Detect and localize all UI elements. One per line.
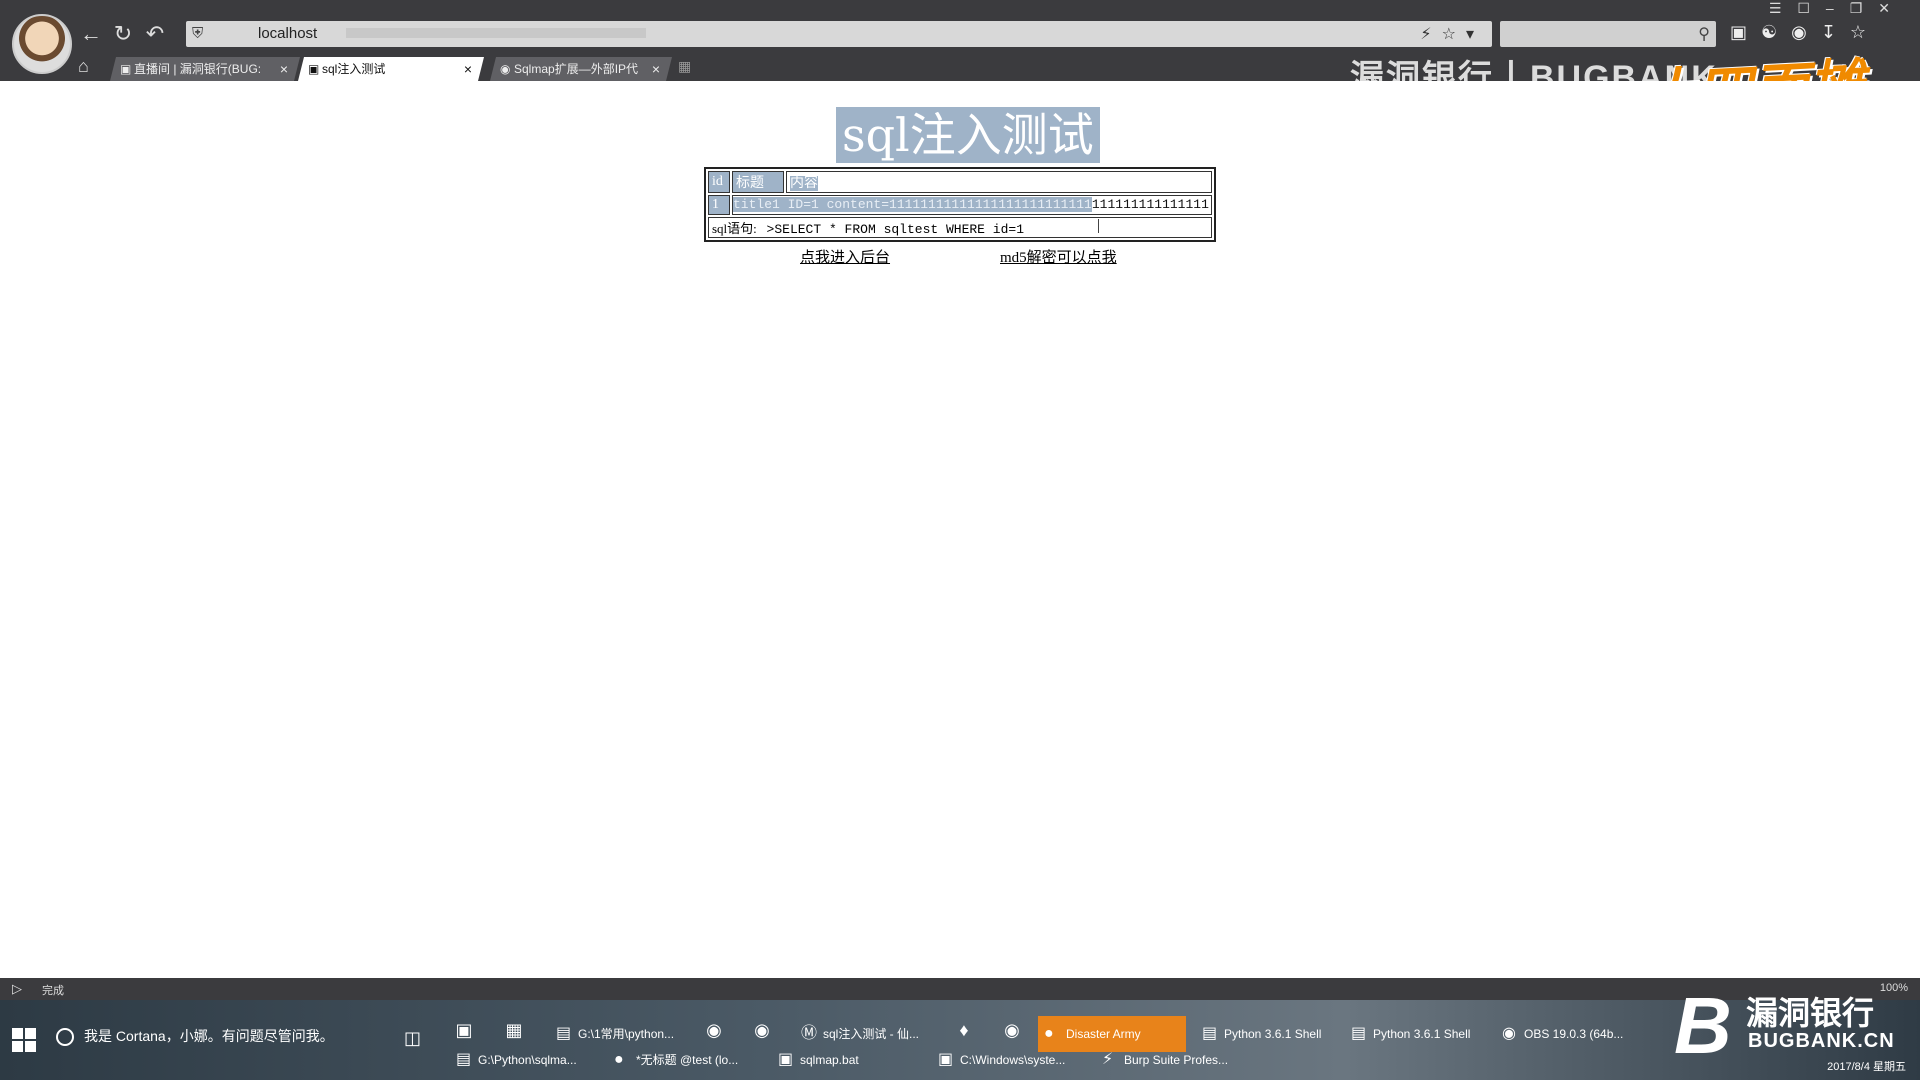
user-avatar[interactable] [12, 14, 72, 74]
refresh-icon[interactable]: ↻ [110, 21, 136, 47]
browser-chrome: ← ↻ ↶ ⛨ localhost ⚡☆▾ ⚲ ▣☯◉↧☆ ☰☐–❐✕ ⌂ ▣ … [0, 0, 1920, 97]
brand-en: BUGBANK.CN [1748, 1030, 1895, 1052]
taskbar-label: *无标题 @test (lo... [636, 1053, 739, 1067]
taskbar-label: G:\Python\sqlma... [478, 1053, 577, 1067]
cell-id: 1 [708, 195, 730, 215]
app-icon[interactable]: ♦ [950, 1016, 978, 1044]
sidebar-toggle-icon[interactable]: ▷ [12, 981, 22, 997]
cell-content: title1 ID=1 content=11111111111111111111… [732, 195, 1212, 215]
tab-label: sql注入测试 [322, 62, 386, 76]
terminal-icon: ▣ [938, 1051, 954, 1068]
taskbar-item-sqlmap-bat[interactable]: ▣ sqlmap.bat [772, 1042, 912, 1078]
bugbank-b-mark: B [1674, 981, 1732, 1070]
taskbar-label: Disaster Army [1066, 1027, 1141, 1041]
search-icon[interactable]: ⚲ [1698, 24, 1710, 44]
tab-favicon-icon: ▣ [120, 62, 132, 76]
folder-icon: ▤ [456, 1051, 472, 1068]
taskbar-label: Python 3.6.1 Shell [1224, 1027, 1322, 1041]
header-title: 标题 [732, 171, 784, 193]
tab-live-room[interactable]: ▣ 直播间 | 漏洞银行(BUG: × [110, 57, 300, 81]
taskbar-item-sqlmap-folder[interactable]: ▤ G:\Python\sqlma... [450, 1042, 590, 1078]
admin-link[interactable]: 点我进入后台 [800, 246, 890, 267]
page-content: sql注入测试 id 标题 内容 1 title1 ID=1 content=1… [0, 81, 1920, 978]
taskbar-label: OBS 19.0.3 (64b... [1524, 1027, 1624, 1041]
taskbar-label: Burp Suite Profes... [1124, 1053, 1229, 1067]
text-cursor [1098, 219, 1099, 233]
windows-start-icon[interactable] [12, 1028, 36, 1052]
taskbar-item-navicat[interactable]: ● *无标题 @test (lo... [608, 1042, 758, 1078]
taskbar-label: sqlmap.bat [800, 1053, 859, 1067]
burp-icon: ⚡ [1102, 1051, 1114, 1068]
header-content: 内容 [790, 176, 818, 191]
selected-text: title1 ID=1 content=11111111111111111111… [733, 197, 1092, 212]
taskbar-label: Python 3.6.1 Shell [1373, 1027, 1471, 1041]
header-id: id [708, 171, 730, 193]
header-content-cell: 内容 [786, 171, 1212, 193]
taskbar-label: G:\1常用\python... [578, 1027, 675, 1041]
back-icon[interactable]: ← [78, 21, 104, 47]
cortana-icon [56, 1028, 74, 1047]
firefox-icon[interactable]: ◉ [700, 1016, 728, 1044]
taskbar-clock[interactable]: 2017/8/4 星期五 [1827, 1058, 1906, 1074]
taskbar-label: sql注入测试 - 仙... [823, 1027, 920, 1041]
shield-icon: ⛨ [192, 25, 204, 42]
taskbar-item-burp[interactable]: ⚡ Burp Suite Profes... [1096, 1042, 1246, 1078]
tab-favicon-icon: ▣ [308, 62, 320, 76]
tab-sqlmap-ext[interactable]: ◉ Sqlmap扩展—外部IP代 × [490, 57, 672, 81]
tab-label: 直播间 | 漏洞银行(BUG: [134, 62, 262, 76]
new-tab-icon[interactable]: ▦ [678, 58, 691, 75]
sql-label: sql语句: [712, 221, 757, 236]
address-url-blurred [346, 28, 646, 38]
cortana-text: 我是 Cortana，小娜。有问题尽管问我。 [84, 1028, 334, 1044]
taskbar-item-python-shell-2[interactable]: ▤ Python 3.6.1 Shell [1345, 1016, 1480, 1052]
sql-row: sql语句: >SELECT * FROM sqltest WHERE id=1 [708, 217, 1212, 238]
page-title: sql注入测试 [836, 107, 1100, 163]
tab-label: Sqlmap扩展—外部IP代 [514, 62, 639, 76]
tab-sql-test[interactable]: ▣ sql注入测试 × [298, 57, 484, 81]
tab-close-icon[interactable]: × [280, 57, 288, 81]
navicat-icon: ● [614, 1051, 624, 1068]
browser-icon[interactable]: ◉ [748, 1016, 776, 1044]
status-text: 完成 [42, 985, 64, 997]
result-table: id 标题 内容 1 title1 ID=1 content=111111111… [704, 167, 1216, 242]
window-controls[interactable]: ☰☐–❐✕ [1769, 0, 1906, 17]
home-icon[interactable]: ⌂ [78, 56, 89, 77]
address-url: localhost [258, 25, 318, 42]
taskbar-label: C:\Windows\syste... [960, 1053, 1066, 1067]
search-box[interactable]: ⚲ [1500, 21, 1716, 47]
terminal-icon: ▣ [778, 1051, 794, 1068]
taskbar: 我是 Cortana，小娜。有问题尽管问我。 ◫ ▣ ▦ ▤ G:\1常用\pyt… [0, 1000, 1920, 1080]
table-row: 1 title1 ID=1 content=111111111111111111… [708, 195, 1212, 215]
task-view-icon[interactable]: ◫ [404, 1028, 421, 1049]
address-actions[interactable]: ⚡☆▾ [1420, 24, 1484, 44]
store-icon[interactable]: ▦ [500, 1016, 528, 1044]
taskbar-item-cmd[interactable]: ▣ C:\Windows\syste... [932, 1042, 1078, 1078]
table-header-row: id 标题 内容 [708, 171, 1212, 193]
brand-cn: 漏洞银行 [1746, 995, 1875, 1031]
github-icon: ◉ [500, 62, 511, 76]
status-bar: ▷ 完成 100% [0, 978, 1920, 1000]
sql-cell: sql语句: >SELECT * FROM sqltest WHERE id=1 [708, 217, 1212, 238]
cortana-search[interactable]: 我是 Cortana，小娜。有问题尽管问我。 [56, 1026, 334, 1047]
sql-statement: >SELECT * FROM sqltest WHERE id=1 [766, 222, 1024, 237]
recorder-icon[interactable]: ◉ [998, 1016, 1026, 1044]
tab-close-icon[interactable]: × [464, 57, 472, 81]
address-bar[interactable]: ⛨ localhost ⚡☆▾ [186, 21, 1492, 47]
unselected-text: 111111111111111 [1091, 197, 1209, 212]
md5-link[interactable]: md5解密可以点我 [1000, 246, 1117, 267]
undo-icon[interactable]: ↶ [142, 21, 168, 47]
app-folder-icon[interactable]: ▣ [450, 1016, 478, 1044]
taskbar-item-obs[interactable]: ◉ OBS 19.0.3 (64b... [1496, 1016, 1634, 1052]
python-icon: ▤ [1351, 1025, 1367, 1042]
tab-close-icon[interactable]: × [652, 57, 660, 81]
obs-icon: ◉ [1502, 1025, 1516, 1042]
